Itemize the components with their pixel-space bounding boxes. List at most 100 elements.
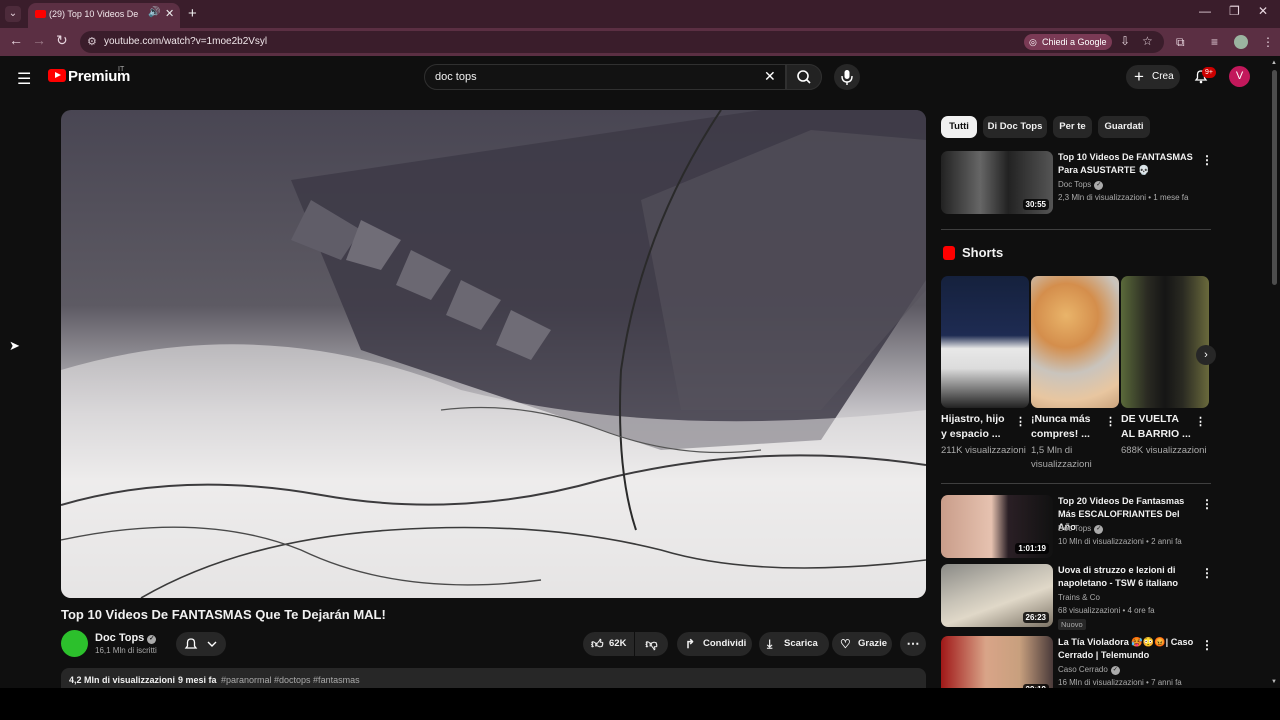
video-title: Top 10 Videos De FANTASMAS Que Te Dejará… [61, 607, 386, 622]
channel-name[interactable]: Trains & Co [1058, 593, 1100, 602]
divider [941, 483, 1211, 484]
minimize-icon[interactable]: — [1199, 4, 1211, 18]
chevron-right-icon[interactable]: › [1196, 345, 1216, 365]
more-options-icon[interactable]: ⋮ [1195, 415, 1206, 428]
address-bar[interactable]: ⚙ youtube.com/watch?v=1moe2b2Vsyl ◎ Chie… [80, 31, 1164, 53]
scroll-up-arrow[interactable]: ▲ [1271, 60, 1277, 66]
short-item[interactable]: DE VUELTA AL BARRIO ... ⋮ 688K visualizz… [1121, 276, 1209, 456]
site-info-icon[interactable]: ⚙ [87, 35, 97, 48]
video-thumbnail[interactable]: 30:55 [941, 151, 1053, 214]
download-label: Scarica [784, 638, 818, 649]
dislike-button[interactable]: 👎︎ [635, 632, 668, 656]
download-button[interactable]: ⤓ Scarica [759, 632, 829, 656]
clear-search-icon[interactable]: ✕ [764, 68, 776, 85]
forward-icon[interactable]: → [32, 32, 46, 48]
bottom-black-bar [0, 688, 1280, 720]
ask-google-button[interactable]: ◎ Chiedi a Google [1024, 34, 1112, 50]
video-meta: 68 visualizzazioni • 4 ore fa [1058, 606, 1155, 615]
ask-google-label: Chiedi a Google [1042, 37, 1107, 47]
short-title[interactable]: DE VUELTA AL BARRIO ... [1121, 412, 1193, 442]
video-thumbnail[interactable]: 1:01:19 [941, 495, 1053, 558]
channel-avatar[interactable] [61, 630, 88, 657]
like-button[interactable]: 👍︎ 62K [583, 632, 634, 656]
more-options-icon[interactable]: ⋮ [1015, 415, 1026, 428]
short-title[interactable]: Hijastro, hijo y espacio ... [941, 412, 1013, 442]
duration-badge: 1:01:19 [1015, 543, 1049, 554]
thanks-label: Grazie [858, 638, 888, 649]
bell-chevron-icon [184, 638, 217, 649]
scrollbar-thumb[interactable] [1272, 70, 1277, 285]
short-item[interactable]: ¡Nunca más compres! ... ⋮ 1,5 Mln di vis… [1031, 276, 1119, 470]
chip-watched[interactable]: Guardati [1098, 116, 1150, 138]
reload-icon[interactable]: ↻ [56, 32, 68, 49]
subscriber-count: 16,1 Mln di iscritti [95, 646, 157, 655]
back-icon[interactable]: ← [9, 32, 23, 48]
short-thumbnail[interactable] [941, 276, 1029, 408]
voice-search-button[interactable] [834, 64, 860, 90]
video-title[interactable]: La Tía Violadora 🥵😳😡| Caso Cerrado | Tel… [1058, 636, 1198, 662]
speaker-icon[interactable]: 🔊 [148, 7, 160, 18]
video-meta: 2,3 Mln di visualizzazioni • 1 mese fa [1058, 193, 1189, 202]
menu-icon[interactable]: ☰ [17, 69, 31, 89]
more-options-icon[interactable]: ⋮ [1201, 153, 1213, 167]
create-button[interactable]: + Crea [1126, 65, 1180, 89]
chip-for-you[interactable]: Per te [1053, 116, 1092, 138]
view-count: 4,2 Mln di visualizzazioni [69, 675, 176, 685]
browser-menu-icon[interactable]: ⋮ [1262, 35, 1274, 49]
reading-list-icon[interactable]: ≡ [1211, 35, 1218, 49]
upload-age: 9 mesi fa [178, 675, 217, 685]
bookmark-star-icon[interactable]: ☆ [1142, 34, 1153, 48]
short-views: 1,5 Mln di visualizzazioni [1031, 445, 1092, 470]
more-options-icon[interactable]: ⋮ [1201, 497, 1213, 511]
share-button[interactable]: ↱ Condividi [677, 632, 752, 656]
heart-dollar-icon: ♡ [840, 637, 851, 651]
search-button[interactable] [786, 64, 822, 90]
install-app-icon[interactable]: ⇩ [1120, 34, 1130, 48]
video-title[interactable]: Uova di struzzo e lezioni di napoletano … [1058, 564, 1198, 590]
tab-close-icon[interactable]: ✕ [165, 7, 174, 20]
scroll-down-arrow[interactable]: ▼ [1271, 679, 1277, 685]
browser-toolbar: ← → ↻ ⚙ youtube.com/watch?v=1moe2b2Vsyl … [0, 28, 1280, 56]
more-options-icon[interactable]: ⋮ [1201, 566, 1213, 580]
thumbs-up-icon: 👍︎ [591, 637, 604, 651]
short-title[interactable]: ¡Nunca más compres! ... [1031, 412, 1103, 442]
recommended-video[interactable]: 26:23 Uova di struzzo e lezioni di napol… [941, 564, 1213, 630]
profile-avatar[interactable] [1234, 35, 1248, 49]
video-title[interactable]: Top 10 Videos De FANTASMAS Para ASUSTART… [1058, 151, 1198, 177]
short-item[interactable]: Hijastro, hijo y espacio ... ⋮ 211K visu… [941, 276, 1029, 456]
window-close-icon[interactable]: ✕ [1258, 4, 1268, 18]
channel-name[interactable]: Doc Tops ✓ [95, 632, 157, 644]
hashtags[interactable]: #paranormal #doctops #fantasmas [221, 675, 360, 685]
more-options-icon[interactable]: ⋮ [1201, 638, 1213, 652]
chip-all[interactable]: Tutti [941, 116, 977, 138]
account-avatar[interactable]: V [1229, 66, 1250, 87]
video-thumbnail[interactable]: 26:23 [941, 564, 1053, 627]
shorts-icon [943, 246, 955, 260]
plus-icon: + [1134, 67, 1144, 86]
video-player[interactable] [61, 110, 926, 598]
thanks-button[interactable]: ♡ Grazie [832, 632, 892, 656]
restore-icon[interactable]: ❐ [1229, 4, 1240, 18]
recommended-video[interactable]: 30:55 Top 10 Videos De FANTASMAS Para AS… [941, 151, 1213, 215]
channel-name[interactable]: Doc Tops ✓ [1058, 524, 1104, 534]
chip-from-channel[interactable]: Di Doc Tops [983, 116, 1047, 138]
youtube-logo-icon[interactable] [48, 69, 66, 82]
new-tab-button[interactable]: + [188, 5, 197, 22]
browser-tab-bar: ⌄ (29) Top 10 Videos De FANTASMAS Que Te… [0, 0, 1280, 28]
url-text: youtube.com/watch?v=1moe2b2Vsyl [104, 36, 268, 47]
short-thumbnail[interactable] [1121, 276, 1209, 408]
share-icon: ↱ [685, 637, 696, 651]
verified-icon: ✓ [147, 635, 157, 644]
more-actions-button[interactable]: ⋯ [900, 632, 926, 656]
more-options-icon[interactable]: ⋮ [1105, 415, 1116, 428]
short-thumbnail[interactable] [1031, 276, 1119, 408]
tab-search-button[interactable]: ⌄ [5, 6, 21, 22]
browser-tab[interactable]: (29) Top 10 Videos De FANTASMAS Que Te D… [28, 3, 180, 28]
like-count: 62K [609, 638, 627, 649]
channel-name[interactable]: Caso Cerrado ✓ [1058, 665, 1120, 675]
channel-name[interactable]: Doc Tops ✓ [1058, 180, 1104, 190]
recommended-video[interactable]: 1:01:19 Top 20 Videos De Fantasmas Más E… [941, 495, 1213, 559]
extensions-icon[interactable]: ⧉ [1176, 35, 1185, 50]
subscription-notifications-button[interactable] [176, 632, 226, 656]
search-input[interactable]: doc tops ✕ [424, 64, 786, 90]
